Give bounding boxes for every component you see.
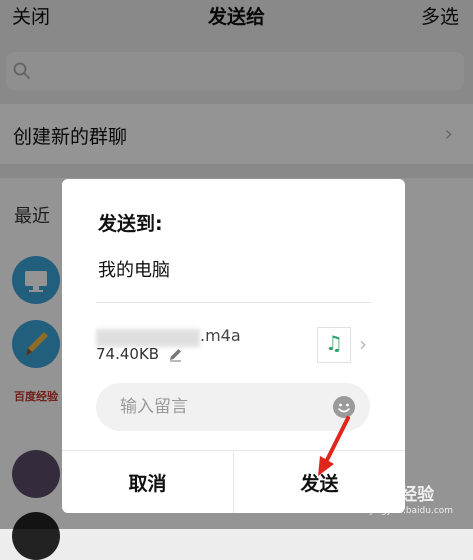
chevron-right-icon[interactable]: › — [359, 332, 367, 356]
red-arrow-annotation — [318, 416, 350, 476]
file-thumbnail[interactable]: ♫ — [317, 327, 351, 363]
file-size: 74.40KB — [96, 345, 160, 363]
recipient-name: 我的电脑 — [98, 260, 170, 281]
watermark-brand: Bai 经验 — [364, 485, 435, 505]
edit-icon[interactable] — [168, 347, 183, 362]
music-note-icon: ♫ — [325, 331, 343, 355]
file-extension: .m4a — [200, 326, 241, 345]
watermark-subtitle: jingyan.baidu.com — [370, 506, 454, 516]
cancel-button[interactable]: 取消 — [62, 451, 233, 513]
baidu-watermark: Bai 经验 jingyan.baidu.com — [360, 478, 470, 522]
divider — [96, 302, 371, 303]
dialog-title: 发送到: — [98, 213, 163, 235]
